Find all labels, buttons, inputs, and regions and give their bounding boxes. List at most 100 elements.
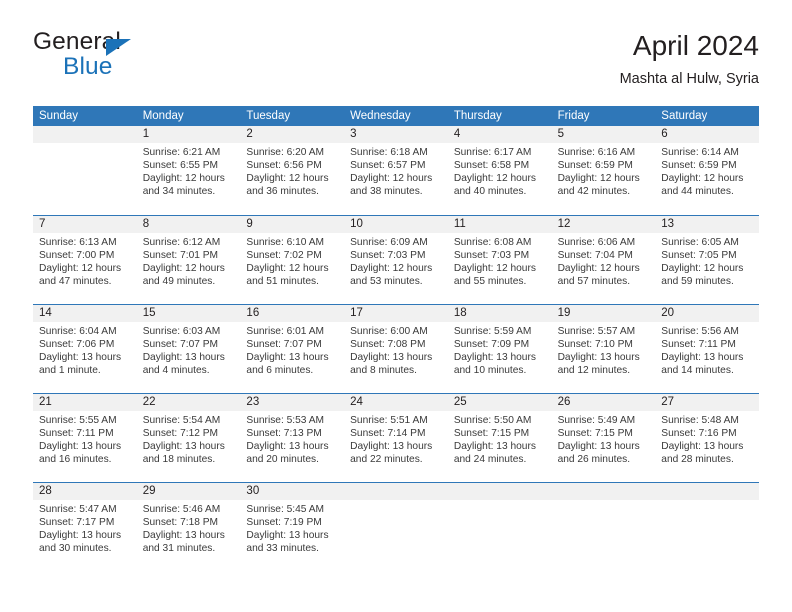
- sunset-time: Sunset: 7:00 PM: [39, 250, 115, 262]
- day-number: 10: [344, 216, 448, 233]
- day-number: 12: [551, 216, 656, 233]
- sunrise-time: Sunrise: 5:48 AM: [661, 415, 739, 426]
- sunrise-time: Sunrise: 5:59 AM: [453, 326, 532, 337]
- calendar-day-cell[interactable]: 15 Sunrise: 6:03 AM Sunset: 7:07 PM Dayligh…: [136, 305, 241, 393]
- day-sun-info: Sunrise: 6:06 AM Sunset: 7:04 PM Daylight:…: [552, 233, 656, 288]
- calendar-day-cell[interactable]: 17 Sunrise: 6:00 AM Sunset: 7:08 PM Dayligh…: [344, 305, 448, 393]
- sunset-time: Sunset: 7:11 PM: [39, 428, 114, 440]
- calendar-day-cell[interactable]: 11 Sunrise: 6:08 AM Sunset: 7:03 PM Dayligh…: [447, 216, 552, 304]
- day-sun-info: Sunrise: 6:00 AM Sunset: 7:08 PM Daylight:…: [344, 322, 448, 377]
- sunrise-time: Sunrise: 6:00 AM: [350, 326, 428, 337]
- calendar-week-row: 21 Sunrise: 5:55 AM Sunset: 7:11 PM Dayligh…: [33, 393, 759, 482]
- calendar-page: General Blue April 2024 Mashta al Hulw, …: [0, 0, 792, 612]
- weekday-header-friday: Friday: [557, 110, 590, 122]
- calendar-day-cell[interactable]: 10 Sunrise: 6:09 AM Sunset: 7:03 PM Dayligh…: [344, 216, 448, 304]
- calendar-day-cell[interactable]: 29 Sunrise: 5:46 AM Sunset: 7:18 PM Dayligh…: [136, 483, 241, 571]
- day-number: 4: [447, 126, 552, 143]
- sunrise-time: Sunrise: 5:55 AM: [39, 415, 117, 426]
- sunrise-time: Sunrise: 6:14 AM: [661, 147, 739, 158]
- weekday-header-monday: Monday: [142, 110, 184, 122]
- daylight-duration: Daylight: 13 hours and 24 minutes.: [453, 441, 536, 466]
- day-sun-info: Sunrise: 6:08 AM Sunset: 7:03 PM Daylight:…: [448, 233, 552, 288]
- day-sun-info: Sunrise: 6:13 AM Sunset: 7:00 PM Daylight:…: [33, 233, 137, 288]
- calendar-day-cell[interactable]: 2 Sunrise: 6:20 AM Sunset: 6:56 PM Daylight…: [240, 126, 345, 215]
- day-number: 21: [33, 394, 137, 411]
- day-number: [33, 126, 137, 143]
- sunrise-time: Sunrise: 6:06 AM: [557, 237, 636, 248]
- calendar-day-cell[interactable]: 26 Sunrise: 5:49 AM Sunset: 7:15 PM Dayligh…: [551, 394, 656, 482]
- calendar-day-cell[interactable]: 27 Sunrise: 5:48 AM Sunset: 7:16 PM Dayligh…: [655, 394, 759, 482]
- generalblue-logo[interactable]: General Blue: [33, 29, 263, 86]
- calendar-day-cell[interactable]: 23 Sunrise: 5:53 AM Sunset: 7:13 PM Dayligh…: [240, 394, 345, 482]
- day-sun-info: Sunrise: 6:12 AM Sunset: 7:01 PM Daylight:…: [137, 233, 241, 288]
- calendar-day-cell[interactable]: 5 Sunrise: 6:16 AM Sunset: 6:59 PM Daylight…: [551, 126, 656, 215]
- daylight-duration: Daylight: 12 hours and 59 minutes.: [661, 263, 744, 288]
- calendar-day-cell[interactable]: 19 Sunrise: 5:57 AM Sunset: 7:10 PM Dayligh…: [551, 305, 656, 393]
- sunrise-time: Sunrise: 5:54 AM: [142, 415, 221, 426]
- day-number: 1: [136, 126, 241, 143]
- calendar-day-cell[interactable]: 18 Sunrise: 5:59 AM Sunset: 7:09 PM Dayligh…: [447, 305, 552, 393]
- day-sun-info: Sunrise: 5:46 AM Sunset: 7:18 PM Daylight:…: [137, 500, 241, 555]
- calendar-day-cell-empty: [655, 483, 759, 571]
- daylight-duration: Daylight: 12 hours and 38 minutes.: [350, 173, 433, 198]
- calendar-day-cell[interactable]: 6 Sunrise: 6:14 AM Sunset: 6:59 PM Daylight…: [655, 126, 759, 215]
- calendar-day-cell[interactable]: 13 Sunrise: 6:05 AM Sunset: 7:05 PM Dayligh…: [655, 216, 759, 304]
- sunrise-time: Sunrise: 5:50 AM: [453, 415, 532, 426]
- daylight-duration: Daylight: 12 hours and 44 minutes.: [661, 173, 744, 198]
- sunset-time: Sunset: 6:56 PM: [246, 160, 322, 172]
- calendar-day-cell-empty: [551, 483, 656, 571]
- day-sun-info: Sunrise: 5:49 AM Sunset: 7:15 PM Daylight:…: [552, 411, 656, 466]
- calendar-grid: Sunday Monday Tuesday Wednesday Thursday Frid…: [33, 106, 759, 571]
- sunrise-time: Sunrise: 6:18 AM: [350, 147, 428, 158]
- day-number: 9: [240, 216, 345, 233]
- sunrise-time: Sunrise: 6:04 AM: [39, 326, 117, 337]
- page-title: April 2024: [632, 30, 759, 61]
- calendar-day-cell[interactable]: 7 Sunrise: 6:13 AM Sunset: 7:00 PM Daylight…: [33, 216, 137, 304]
- calendar-day-cell[interactable]: 12 Sunrise: 6:06 AM Sunset: 7:04 PM Dayligh…: [551, 216, 656, 304]
- sunset-time: Sunset: 7:07 PM: [142, 339, 219, 351]
- calendar-day-cell[interactable]: 8 Sunrise: 6:12 AM Sunset: 7:01 PM Daylight…: [136, 216, 241, 304]
- sunset-time: Sunset: 7:01 PM: [142, 250, 219, 262]
- day-sun-info: Sunrise: 5:56 AM Sunset: 7:11 PM Daylight:…: [655, 322, 759, 377]
- daylight-duration: Daylight: 12 hours and 47 minutes.: [39, 263, 122, 288]
- daylight-duration: Daylight: 12 hours and 57 minutes.: [557, 263, 640, 288]
- calendar-day-cell-empty: [447, 483, 552, 571]
- sunrise-time: Sunrise: 6:21 AM: [142, 147, 221, 158]
- calendar-day-cell[interactable]: 21 Sunrise: 5:55 AM Sunset: 7:11 PM Dayligh…: [33, 394, 137, 482]
- daylight-duration: Daylight: 13 hours and 14 minutes.: [661, 352, 744, 377]
- daylight-duration: Daylight: 12 hours and 51 minutes.: [246, 263, 329, 288]
- sunset-time: Sunset: 7:09 PM: [453, 339, 530, 351]
- sunset-time: Sunset: 6:58 PM: [453, 160, 530, 172]
- calendar-day-cell[interactable]: 3 Sunrise: 6:18 AM Sunset: 6:57 PM Daylight…: [344, 126, 448, 215]
- calendar-day-cell[interactable]: 20 Sunrise: 5:56 AM Sunset: 7:11 PM Dayligh…: [655, 305, 759, 393]
- day-number: [344, 483, 448, 500]
- calendar-day-cell[interactable]: 1 Sunrise: 6:21 AM Sunset: 6:55 PM Daylight…: [136, 126, 241, 215]
- daylight-duration: Daylight: 13 hours and 18 minutes.: [142, 441, 225, 466]
- calendar-day-cell[interactable]: 9 Sunrise: 6:10 AM Sunset: 7:02 PM Daylight…: [240, 216, 345, 304]
- weekday-header-wednesday: Wednesday: [350, 110, 411, 122]
- sunrise-time: Sunrise: 6:10 AM: [246, 237, 325, 248]
- calendar-day-cell[interactable]: 24 Sunrise: 5:51 AM Sunset: 7:14 PM Dayligh…: [344, 394, 448, 482]
- calendar-day-cell[interactable]: 22 Sunrise: 5:54 AM Sunset: 7:12 PM Dayligh…: [136, 394, 241, 482]
- daylight-duration: Daylight: 13 hours and 26 minutes.: [557, 441, 640, 466]
- day-number: [447, 483, 552, 500]
- calendar-day-cell[interactable]: 4 Sunrise: 6:17 AM Sunset: 6:58 PM Daylight…: [447, 126, 552, 215]
- calendar-day-cell[interactable]: 16 Sunrise: 6:01 AM Sunset: 7:07 PM Dayligh…: [240, 305, 345, 393]
- day-sun-info: Sunrise: 5:45 AM Sunset: 7:19 PM Daylight:…: [240, 500, 344, 555]
- calendar-day-cell[interactable]: 25 Sunrise: 5:50 AM Sunset: 7:15 PM Dayligh…: [447, 394, 552, 482]
- calendar-day-cell[interactable]: 30 Sunrise: 5:45 AM Sunset: 7:19 PM Dayligh…: [240, 483, 345, 571]
- day-sun-info: Sunrise: 6:10 AM Sunset: 7:02 PM Daylight:…: [240, 233, 344, 288]
- sunset-time: Sunset: 7:08 PM: [350, 339, 426, 351]
- page-subtitle: Mashta al Hulw, Syria: [619, 71, 759, 88]
- sunset-time: Sunset: 7:14 PM: [350, 428, 426, 440]
- calendar-day-cell[interactable]: 14 Sunrise: 6:04 AM Sunset: 7:06 PM Dayligh…: [33, 305, 137, 393]
- daylight-duration: Daylight: 12 hours and 49 minutes.: [142, 263, 225, 288]
- day-number: 2: [240, 126, 345, 143]
- sunrise-time: Sunrise: 5:56 AM: [661, 326, 739, 337]
- daylight-duration: Daylight: 13 hours and 10 minutes.: [453, 352, 536, 377]
- day-sun-info: Sunrise: 6:20 AM Sunset: 6:56 PM Daylight:…: [240, 143, 344, 198]
- weekday-header-sunday: Sunday: [39, 110, 79, 122]
- calendar-day-cell[interactable]: 28 Sunrise: 5:47 AM Sunset: 7:17 PM Dayligh…: [33, 483, 137, 571]
- day-sun-info: Sunrise: 6:09 AM Sunset: 7:03 PM Daylight:…: [344, 233, 448, 288]
- sunrise-time: Sunrise: 6:05 AM: [661, 237, 739, 248]
